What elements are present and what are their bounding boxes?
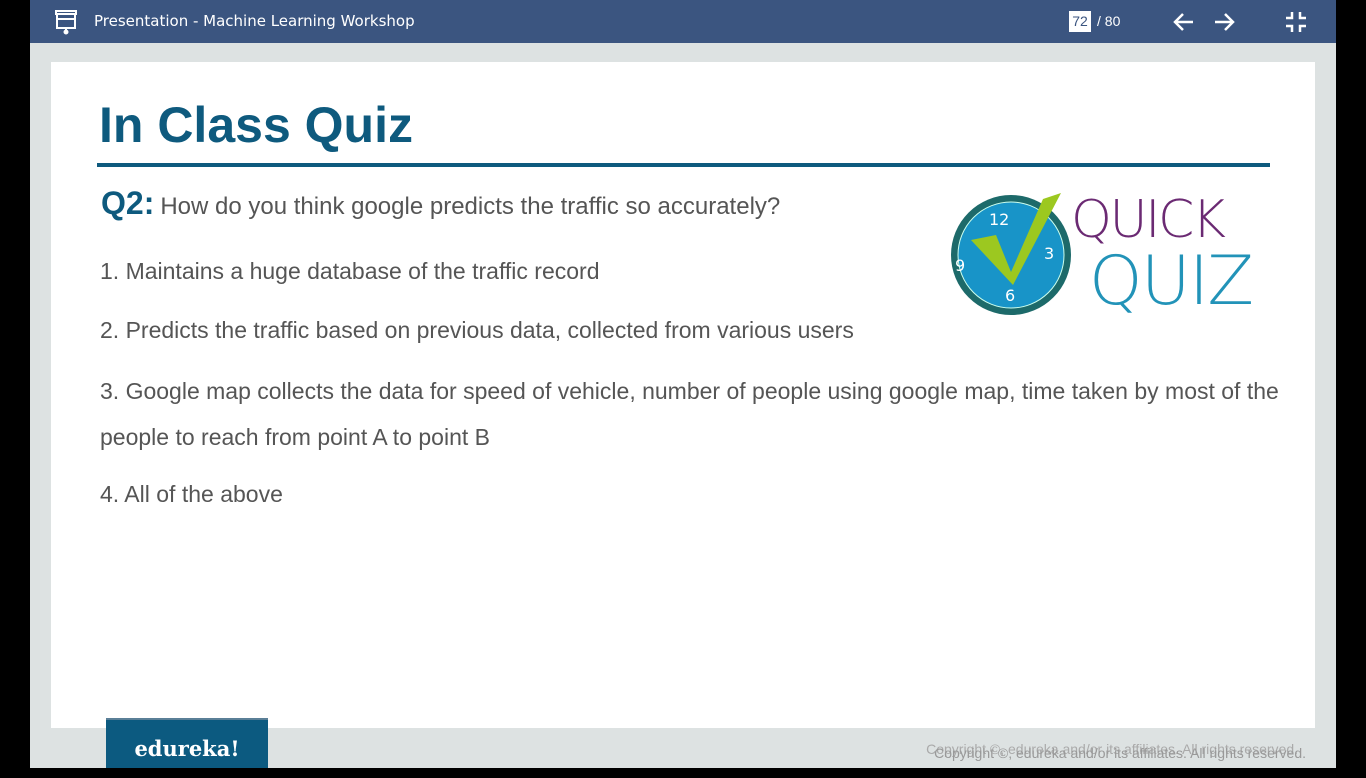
quick-quiz-logo: 12 3 9 6 QUICK QUIZ	[951, 190, 1254, 321]
svg-text:12: 12	[989, 210, 1009, 229]
page-number-input[interactable]: 72	[1069, 11, 1091, 32]
exit-fullscreen-icon[interactable]	[1284, 10, 1308, 34]
slide-title: In Class Quiz	[99, 97, 413, 153]
svg-text:6: 6	[1005, 286, 1015, 305]
copyright: Copyright ©, edureka and/or its affiliat…	[934, 745, 1306, 761]
question: Q2: How do you think google predicts the …	[101, 185, 780, 222]
svg-text:9: 9	[955, 256, 965, 275]
svg-text:3: 3	[1044, 244, 1054, 263]
logo-quick: QUICK	[1071, 190, 1226, 250]
presentation-title: Presentation - Machine Learning Workshop	[94, 12, 415, 30]
slide: In Class Quiz Q2: How do you think google…	[51, 62, 1315, 728]
previous-slide-arrow-icon[interactable]	[1172, 10, 1196, 34]
edureka-logo: edureka!	[106, 718, 268, 768]
question-text: How do you think google predicts the tra…	[160, 193, 781, 220]
option-4: 4. All of the above	[100, 481, 283, 507]
presentation-icon	[55, 10, 77, 35]
presentation-viewer: Presentation - Machine Learning Workshop…	[30, 0, 1336, 768]
next-slide-arrow-icon[interactable]	[1212, 10, 1236, 34]
option-3: 3. Google map collects the data for spee…	[100, 378, 1279, 450]
logo-quiz: QUIZ	[1089, 242, 1254, 321]
title-divider	[97, 163, 1270, 167]
question-label: Q2:	[101, 185, 155, 221]
top-bar: Presentation - Machine Learning Workshop…	[30, 0, 1336, 43]
page-total: / 80	[1097, 13, 1121, 29]
